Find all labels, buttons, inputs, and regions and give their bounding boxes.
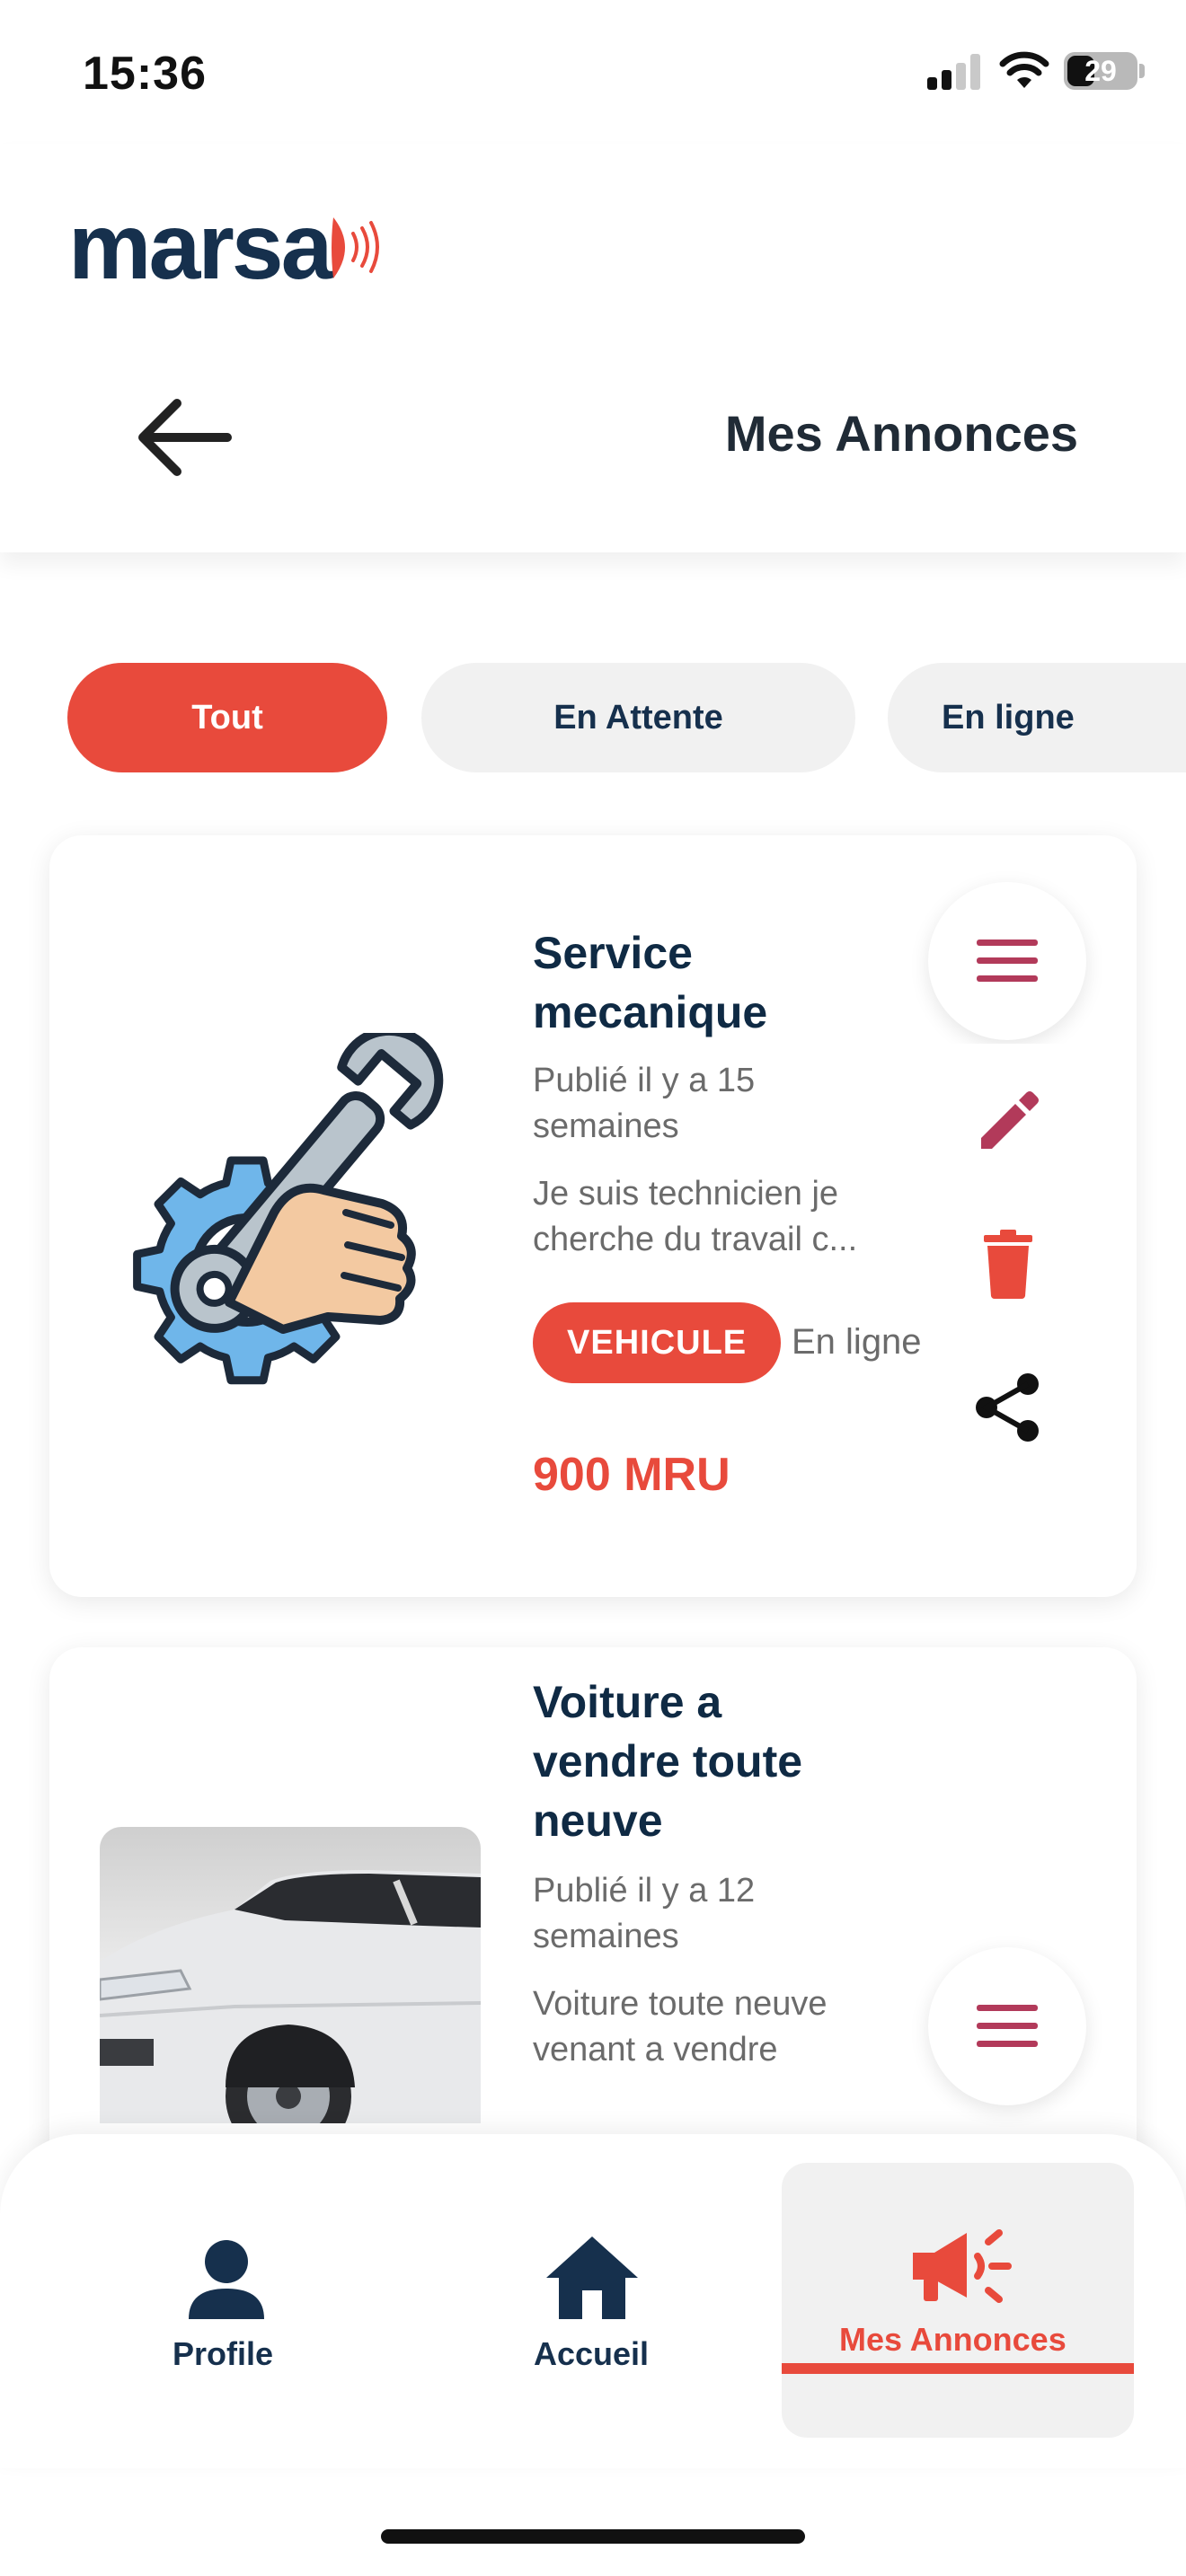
logo-text: marsa (68, 195, 332, 299)
filter-tab-label: En ligne (942, 698, 1075, 737)
listing-published: Publié il y a 15 semaines (533, 1062, 756, 1145)
page-title: Mes Annonces (724, 405, 1078, 462)
listing-title: Service mecanique (533, 928, 768, 1037)
menu-icon (977, 940, 1038, 982)
filter-tab-tout[interactable]: Tout (67, 663, 387, 772)
edit-button[interactable] (968, 1080, 1049, 1160)
battery-level: 29 (1084, 55, 1117, 87)
nav-label: Profile (173, 2335, 274, 2372)
bottom-navigation: Profile Accueil Mes Annonces (0, 2134, 1186, 2468)
listing-published: Publié il y a 12 semaines (533, 1872, 756, 1955)
filter-tab-en-ligne[interactable]: En ligne (888, 663, 1186, 772)
filter-tabs: Tout En Attente En ligne (0, 663, 1186, 772)
category-badge: VEHICULE (533, 1302, 782, 1383)
nav-label: Accueil (534, 2335, 650, 2372)
back-button[interactable] (126, 379, 243, 496)
home-indicator (381, 2529, 805, 2544)
status-time: 15:36 (83, 48, 207, 100)
listing-title: Voiture a vendre toute neuve (533, 1677, 803, 1846)
marsa-logo: marsa (68, 198, 380, 296)
filter-tab-label: Tout (191, 698, 263, 737)
listing-status: En ligne (792, 1322, 922, 1362)
nav-item-profile[interactable]: Profile (137, 2134, 316, 2468)
user-icon (189, 2240, 264, 2319)
status-bar: 15:36 29 (0, 0, 1186, 144)
filter-tab-en-attente[interactable]: En Attente (421, 663, 855, 772)
card-menu-button[interactable] (928, 882, 1086, 1040)
share-button[interactable] (968, 1367, 1049, 1448)
card-action-menu (928, 1044, 1086, 1475)
delete-button[interactable] (968, 1223, 1049, 1304)
listing-description: Voiture toute neuve venant a vendre (533, 1985, 828, 2069)
filter-tab-label: En Attente (553, 698, 723, 737)
battery-icon: 29 (1064, 52, 1137, 90)
home-icon (546, 2236, 638, 2319)
wrench-gear-icon (133, 1033, 444, 1385)
app-header: marsa Mes Annonces (0, 144, 1186, 552)
menu-icon (977, 2005, 1038, 2047)
delete-icon (984, 1230, 1032, 1299)
car-image (100, 1870, 481, 2123)
wifi-icon (999, 51, 1049, 88)
listing-description: Je suis technicien je cherche du travail… (533, 1175, 858, 1258)
nav-item-mes-annonces[interactable]: Mes Annonces (782, 2134, 1134, 2468)
signal-wave-icon (332, 217, 380, 278)
arrow-left-icon (138, 399, 232, 476)
megaphone-icon (913, 2229, 1012, 2303)
listing-card[interactable]: Service mecanique Publié il y a 15 semai… (49, 835, 1137, 1597)
signal-icon (927, 54, 985, 90)
listing-price: 900 MRU (533, 1449, 730, 1501)
car-photo (100, 1827, 481, 2123)
nav-item-accueil[interactable]: Accueil (503, 2134, 683, 2468)
card-menu-button[interactable] (928, 1947, 1086, 2105)
nav-label: Mes Annonces (839, 2321, 1067, 2358)
edit-icon (981, 1091, 1039, 1149)
share-icon (976, 1373, 1039, 1442)
